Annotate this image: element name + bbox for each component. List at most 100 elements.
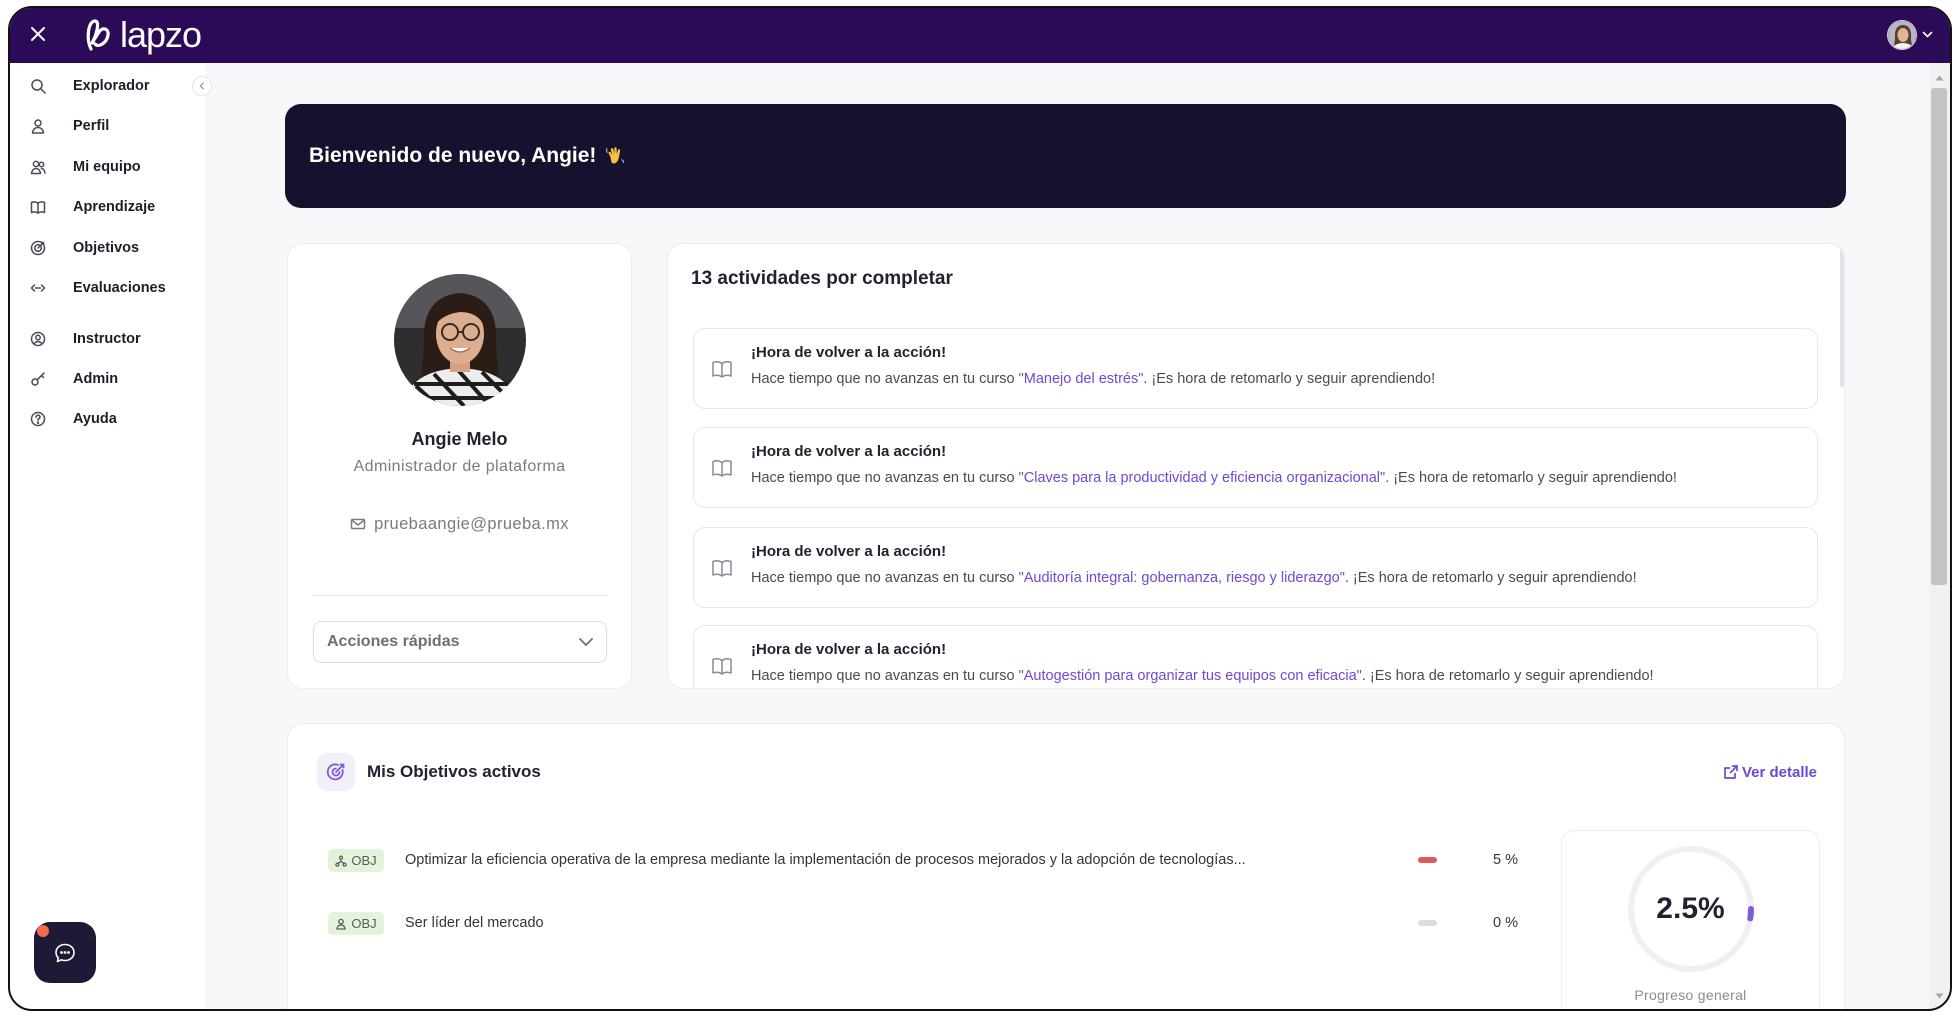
activity-text-suffix: . ¡Es hora de retomarlo y seguir aprendi… xyxy=(1385,470,1677,486)
activity-text: Hace tiempo que no avanzas en tu curso "… xyxy=(751,568,1637,588)
logo-text[interactable]: lapzo xyxy=(120,15,202,55)
sidebar-item-label: Evaluaciones xyxy=(73,280,166,296)
view-detail-link[interactable]: Ver detalle xyxy=(1723,761,1817,783)
profile-name: Angie Melo xyxy=(411,429,508,449)
sidebar-item-label: Admin xyxy=(73,371,119,387)
user-icon xyxy=(336,918,347,930)
chat-icon xyxy=(55,943,75,962)
top-bar: lapzo xyxy=(10,8,1950,63)
activity-title: ¡Hora de volver a la acción! xyxy=(751,543,947,560)
objective-badge-label: OBJ xyxy=(351,853,377,868)
profile-card: Angie Melo Administrador de plataforma p… xyxy=(287,243,632,689)
activity-item[interactable]: ¡Hora de volver a la acción! Hace tiempo… xyxy=(693,328,1818,409)
profile-photo xyxy=(394,274,526,406)
lapzo-logo-mark-icon xyxy=(86,19,110,51)
sidebar-collapse-button[interactable] xyxy=(192,76,212,96)
mail-icon xyxy=(350,518,366,530)
key-icon xyxy=(31,372,45,386)
sidebar-item-objetivos[interactable]: Objetivos xyxy=(22,232,190,264)
activity-text-prefix: Hace tiempo que no avanzas en tu curso xyxy=(751,570,1019,586)
overall-progress-card: 2.5% Progreso general xyxy=(1561,830,1820,1009)
sidebar-item-label: Ayuda xyxy=(73,411,117,427)
objective-text[interactable]: Ser líder del mercado xyxy=(405,913,1405,933)
objective-progress-label: 0 % xyxy=(1493,915,1518,931)
objective-badge: OBJ xyxy=(328,849,384,872)
sidebar-item-label: Aprendizaje xyxy=(73,199,156,215)
sidebar-item-label: Mi equipo xyxy=(73,159,141,175)
user-avatar[interactable] xyxy=(1887,20,1917,50)
activity-text: Hace tiempo que no avanzas en tu curso "… xyxy=(751,666,1654,686)
activity-item[interactable]: ¡Hora de volver a la acción! Hace tiempo… xyxy=(693,527,1818,608)
chevron-down-icon xyxy=(579,638,593,646)
sidebar-item-instructor[interactable]: Instructor xyxy=(22,323,190,355)
activity-item[interactable]: ¡Hora de volver a la acción! Hace tiempo… xyxy=(693,625,1818,688)
sidebar-item-label: Explorador xyxy=(73,78,150,94)
users-icon xyxy=(30,160,46,175)
activity-text-prefix: Hace tiempo que no avanzas en tu curso xyxy=(751,668,1019,684)
book-icon xyxy=(712,459,732,477)
activity-text: Hace tiempo que no avanzas en tu curso "… xyxy=(751,369,1435,389)
activity-text-suffix: . ¡Es hora de retomarlo y seguir aprendi… xyxy=(1361,668,1654,684)
course-link[interactable]: "Manejo del estrés" xyxy=(1019,371,1144,387)
objective-progress-bar xyxy=(1418,920,1437,926)
sidebar-item-label: Perfil xyxy=(73,118,110,134)
sidebar-item-ayuda[interactable]: Ayuda xyxy=(22,403,190,435)
activity-text: Hace tiempo que no avanzas en tu curso "… xyxy=(751,468,1677,488)
close-icon[interactable] xyxy=(30,26,46,42)
overall-progress-value: 2.5% xyxy=(1656,892,1725,925)
main-scrollbar[interactable] xyxy=(1929,63,1950,1009)
objective-badge: OBJ xyxy=(328,912,384,935)
scroll-down-icon[interactable] xyxy=(1935,993,1944,999)
chat-notification-dot xyxy=(37,925,49,937)
objective-text[interactable]: Optimizar la eficiencia operativa de la … xyxy=(405,850,1405,870)
activity-text-prefix: Hace tiempo que no avanzas en tu curso xyxy=(751,470,1019,486)
welcome-greeting: Bienvenido de nuevo, Angie! xyxy=(309,144,597,167)
activity-title: ¡Hora de volver a la acción! xyxy=(751,641,947,658)
sidebar-item-mi-equipo[interactable]: Mi equipo xyxy=(22,151,190,183)
sidebar-item-evaluaciones[interactable]: Evaluaciones xyxy=(22,272,190,304)
chevron-left-icon xyxy=(199,82,204,90)
book-icon xyxy=(712,559,732,577)
course-link[interactable]: "Auditoría integral: gobernanza, riesgo … xyxy=(1019,570,1345,586)
objective-progress-label: 5 % xyxy=(1493,852,1518,868)
objectives-title: Mis Objetivos activos xyxy=(367,762,541,781)
scroll-up-icon[interactable] xyxy=(1935,75,1944,81)
activity-title: ¡Hora de volver a la acción! xyxy=(751,344,947,361)
book-icon xyxy=(712,360,732,378)
sidebar-item-aprendizaje[interactable]: Aprendizaje xyxy=(22,191,190,223)
book-icon xyxy=(712,657,732,675)
objective-progress-bar xyxy=(1418,857,1437,863)
external-link-icon xyxy=(1724,765,1738,779)
overall-progress-caption: Progreso general xyxy=(1634,987,1747,1003)
app-window: lapzo Explorador Perfil Mi equipo Aprend… xyxy=(8,6,1952,1011)
waving-hand-icon xyxy=(606,147,625,164)
course-link[interactable]: "Claves para la productividad y eficienc… xyxy=(1019,470,1386,486)
activities-card: 13 actividades por completar ¡Hora de vo… xyxy=(667,243,1845,689)
profile-role: Administrador de plataforma xyxy=(353,458,566,475)
sidebar: Explorador Perfil Mi equipo Aprendizaje … xyxy=(10,63,205,1009)
course-link[interactable]: "Autogestión para organizar tus equipos … xyxy=(1019,668,1362,684)
quick-actions-label: Acciones rápidas xyxy=(327,633,460,650)
hierarchy-icon xyxy=(335,854,348,867)
main-scrollbar-thumb[interactable] xyxy=(1931,88,1947,585)
chevron-down-icon[interactable] xyxy=(1922,31,1933,39)
evaluations-icon xyxy=(30,284,46,292)
activity-item[interactable]: ¡Hora de volver a la acción! Hace tiempo… xyxy=(693,427,1818,508)
target-icon xyxy=(30,240,46,256)
sidebar-item-explorador[interactable]: Explorador xyxy=(22,70,190,102)
activity-text-suffix: . ¡Es hora de retomarlo y seguir aprendi… xyxy=(1143,371,1436,387)
book-icon xyxy=(30,201,46,214)
profile-email: pruebaangie@prueba.mx xyxy=(374,514,569,533)
user-avatar-image xyxy=(1888,21,1916,49)
sidebar-item-label: Objetivos xyxy=(73,240,140,256)
profile-photo-image xyxy=(394,274,526,406)
search-icon xyxy=(31,79,46,94)
sidebar-item-admin[interactable]: Admin xyxy=(22,363,190,395)
sidebar-item-perfil[interactable]: Perfil xyxy=(22,110,190,142)
profile-email-row: pruebaangie@prueba.mx xyxy=(288,512,631,536)
activity-text-prefix: Hace tiempo que no avanzas en tu curso xyxy=(751,371,1019,387)
quick-actions-dropdown[interactable]: Acciones rápidas xyxy=(313,621,607,663)
activities-title: 13 actividades por completar xyxy=(691,268,953,289)
activities-scrollbar[interactable] xyxy=(1840,247,1844,387)
instructor-icon xyxy=(30,331,46,347)
